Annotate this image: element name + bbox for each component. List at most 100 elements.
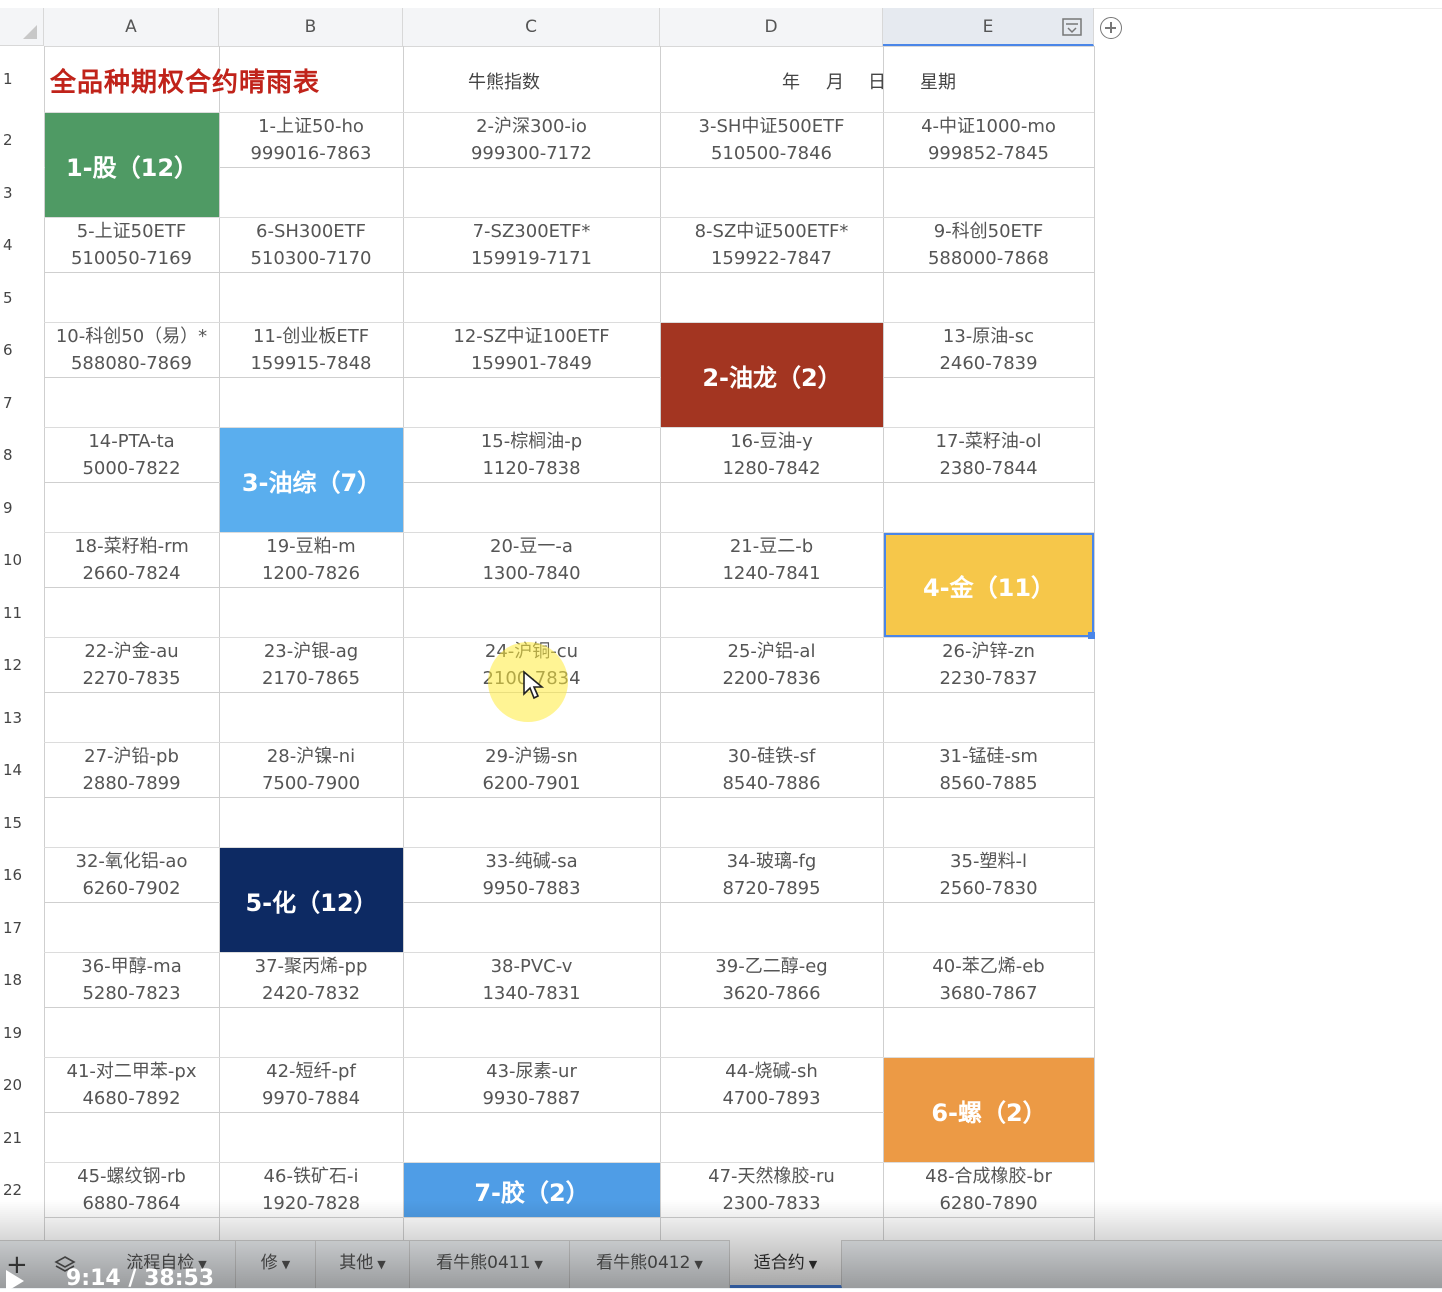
caret-down-icon[interactable]: ▼ — [534, 1258, 542, 1271]
contract-cell[interactable]: 2-沪深300-io 999300-7172 — [403, 113, 660, 168]
column-header-b[interactable]: B — [219, 8, 403, 46]
contract-cell[interactable]: 23-沪银-ag 2170-7865 — [219, 638, 403, 693]
contract-cell[interactable]: 47-天然橡胶-ru 2300-7833 — [660, 1163, 883, 1218]
contract-cell[interactable]: 31-锰硅-sm 8560-7885 — [883, 743, 1094, 798]
column-header-d[interactable]: D — [660, 8, 883, 46]
contract-cell[interactable]: 5-上证50ETF 510050-7169 — [44, 218, 219, 273]
contract-cell[interactable]: 20-豆一-a 1300-7840 — [403, 533, 660, 588]
contract-cell[interactable]: 41-对二甲苯-px 4680-7892 — [44, 1058, 219, 1113]
row-header-3[interactable]: 3 — [0, 168, 44, 218]
contract-cell[interactable]: 39-乙二醇-eg 3620-7866 — [660, 953, 883, 1008]
row-header-14[interactable]: 14 — [0, 743, 44, 798]
contract-cell[interactable]: 25-沪铝-al 2200-7836 — [660, 638, 883, 693]
caret-down-icon[interactable]: ▼ — [377, 1258, 385, 1271]
row-header-20[interactable]: 20 — [0, 1058, 44, 1113]
contract-cell[interactable]: 14-PTA-ta 5000-7822 — [44, 428, 219, 483]
filter-icon[interactable] — [1062, 18, 1082, 36]
contract-cell[interactable]: 3-SH中证500ETF 510500-7846 — [660, 113, 883, 168]
bull-bear-index-label[interactable]: 牛熊指数 — [468, 68, 540, 94]
contract-cell[interactable]: 26-沪锌-zn 2230-7837 — [883, 638, 1094, 693]
column-header-c[interactable]: C — [403, 8, 660, 46]
row-header-7[interactable]: 7 — [0, 378, 44, 428]
column-header-a[interactable]: A — [44, 8, 219, 46]
day-label[interactable]: 日 — [868, 68, 886, 94]
contract-cell[interactable]: 16-豆油-y 1280-7842 — [660, 428, 883, 483]
caret-down-icon[interactable]: ▼ — [694, 1258, 702, 1271]
sheet-tab[interactable]: 适合约 ▼ — [730, 1240, 842, 1288]
category-block[interactable]: 6-螺（2） — [884, 1058, 1094, 1162]
row-header-5[interactable]: 5 — [0, 273, 44, 323]
contract-cell[interactable]: 45-螺纹钢-rb 6880-7864 — [44, 1163, 219, 1218]
contract-cell[interactable]: 48-合成橡胶-br 6280-7890 — [883, 1163, 1094, 1218]
contract-cell[interactable]: 15-棕榈油-p 1120-7838 — [403, 428, 660, 483]
row-header-16[interactable]: 16 — [0, 848, 44, 903]
row-header-17[interactable]: 17 — [0, 903, 44, 953]
contract-cell[interactable]: 40-苯乙烯-eb 3680-7867 — [883, 953, 1094, 1008]
sheet-tab[interactable]: 修 ▼ — [236, 1240, 316, 1288]
row-header-18[interactable]: 18 — [0, 953, 44, 1008]
contract-cell[interactable]: 9-科创50ETF 588000-7868 — [883, 218, 1094, 273]
row-header-11[interactable]: 11 — [0, 588, 44, 638]
row-header-13[interactable]: 13 — [0, 693, 44, 743]
contract-cell[interactable]: 4-中证1000-mo 999852-7845 — [883, 113, 1094, 168]
month-label[interactable]: 月 — [826, 68, 844, 94]
row-header-1[interactable]: 1 — [0, 46, 44, 113]
contract-cell[interactable]: 42-短纤-pf 9970-7884 — [219, 1058, 403, 1113]
sheet-tab[interactable]: 看牛熊0411 ▼ — [410, 1240, 570, 1288]
weekday-label[interactable]: 星期 — [920, 68, 956, 94]
year-label[interactable]: 年 — [782, 68, 800, 94]
contract-cell[interactable]: 6-SH300ETF 510300-7170 — [219, 218, 403, 273]
row-header-19[interactable]: 19 — [0, 1008, 44, 1058]
contract-cell[interactable]: 11-创业板ETF 159915-7848 — [219, 323, 403, 378]
row-header-10[interactable]: 10 — [0, 533, 44, 588]
row-header-15[interactable]: 15 — [0, 798, 44, 848]
contract-cell[interactable]: 44-烧碱-sh 4700-7893 — [660, 1058, 883, 1113]
selection-fill-handle[interactable] — [1088, 632, 1095, 639]
contract-cell[interactable]: 30-硅铁-sf 8540-7886 — [660, 743, 883, 798]
contract-cell[interactable]: 22-沪金-au 2270-7835 — [44, 638, 219, 693]
row-header-21[interactable]: 21 — [0, 1113, 44, 1163]
category-block[interactable]: 5-化（12） — [220, 848, 403, 952]
add-column-icon[interactable] — [1100, 17, 1122, 39]
contract-cell[interactable]: 38-PVC-v 1340-7831 — [403, 953, 660, 1008]
category-block[interactable]: 3-油综（7） — [220, 428, 403, 532]
row-header-6[interactable]: 6 — [0, 323, 44, 378]
contract-cell[interactable]: 8-SZ中证500ETF* 159922-7847 — [660, 218, 883, 273]
contract-cell[interactable]: 17-菜籽油-ol 2380-7844 — [883, 428, 1094, 483]
contract-cell[interactable]: 21-豆二-b 1240-7841 — [660, 533, 883, 588]
row-header-8[interactable]: 8 — [0, 428, 44, 483]
row-header-2[interactable]: 2 — [0, 113, 44, 168]
sheet-tab[interactable]: 其他 ▼ — [316, 1240, 410, 1288]
row-header-4[interactable]: 4 — [0, 218, 44, 273]
contract-cell[interactable]: 29-沪锡-sn 6200-7901 — [403, 743, 660, 798]
contract-cell[interactable]: 28-沪镍-ni 7500-7900 — [219, 743, 403, 798]
contract-cell[interactable]: 1-上证50-ho 999016-7863 — [219, 113, 403, 168]
sheet-title[interactable]: 全品种期权合约晴雨表 — [50, 62, 320, 99]
contract-cell[interactable]: 43-尿素-ur 9930-7887 — [403, 1058, 660, 1113]
category-block[interactable]: 7-胶（2） — [404, 1163, 660, 1217]
row-header-9[interactable]: 9 — [0, 483, 44, 533]
contract-cell[interactable]: 32-氧化铝-ao 6260-7902 — [44, 848, 219, 903]
contract-cell[interactable]: 12-SZ中证100ETF 159901-7849 — [403, 323, 660, 378]
contract-cell[interactable]: 27-沪铅-pb 2880-7899 — [44, 743, 219, 798]
contract-cell[interactable]: 35-塑料-l 2560-7830 — [883, 848, 1094, 903]
contract-cell[interactable]: 7-SZ300ETF* 159919-7171 — [403, 218, 660, 273]
caret-down-icon[interactable]: ▼ — [282, 1258, 290, 1271]
contract-cell[interactable]: 36-甲醇-ma 5280-7823 — [44, 953, 219, 1008]
row-header-22[interactable]: 22 — [0, 1163, 44, 1218]
contract-cell[interactable]: 37-聚丙烯-pp 2420-7832 — [219, 953, 403, 1008]
play-icon[interactable] — [6, 1270, 24, 1292]
category-block[interactable]: 1-股（12） — [45, 113, 219, 217]
category-block[interactable]: 4-金（11） — [884, 533, 1094, 637]
contract-cell[interactable]: 13-原油-sc 2460-7839 — [883, 323, 1094, 378]
row-header-12[interactable]: 12 — [0, 638, 44, 693]
caret-down-icon[interactable]: ▼ — [809, 1258, 817, 1271]
contract-cell[interactable]: 46-铁矿石-i 1920-7828 — [219, 1163, 403, 1218]
select-all-corner[interactable] — [0, 8, 44, 46]
contract-cell[interactable]: 19-豆粕-m 1200-7826 — [219, 533, 403, 588]
contract-cell[interactable]: 18-菜籽粕-rm 2660-7824 — [44, 533, 219, 588]
contract-cell[interactable]: 33-纯碱-sa 9950-7883 — [403, 848, 660, 903]
contract-cell[interactable]: 34-玻璃-fg 8720-7895 — [660, 848, 883, 903]
contract-cell[interactable]: 10-科创50（易）* 588080-7869 — [44, 323, 219, 378]
category-block[interactable]: 2-油龙（2） — [661, 323, 883, 427]
